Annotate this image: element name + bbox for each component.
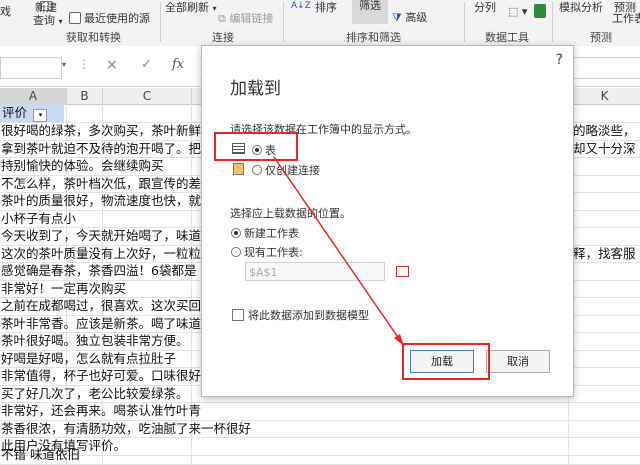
column-header-k[interactable]: K — [569, 88, 640, 105]
add-to-data-model-checkbox[interactable] — [232, 309, 244, 321]
consolidate-icon[interactable] — [534, 4, 546, 18]
close-icon[interactable]: ? — [556, 52, 563, 68]
range-picker-icon[interactable] — [396, 266, 409, 277]
cell-text: 好喝是好喝，怎么就有点拉肚子 — [1, 350, 177, 366]
name-box[interactable] — [0, 57, 62, 79]
cell-text: 很好喝的绿茶，多次购买，茶叶新鲜 — [1, 123, 202, 138]
cell-text: 感觉确是春茶，茶香四溢！6袋都是 — [1, 263, 197, 278]
group-connections: 连接 — [212, 31, 234, 44]
refresh-all-label: 全部刷新 — [165, 1, 209, 14]
ribbon: 戏 新建 查询 ▾ 最近使用的源 全部刷新 ▾ ⧉ 编辑链接 A↓Z 排序 筛选… — [0, 0, 640, 47]
split-columns-button[interactable]: 分列 — [474, 0, 496, 15]
cell-text-right: 的略淡些， — [573, 123, 636, 138]
cell-text-right: 却又十分深 — [573, 140, 636, 156]
column-header-b[interactable]: B — [67, 88, 103, 105]
table-row[interactable]: 茶香很浓，有清肠功效，吃油腻了来一杯很好 — [0, 420, 640, 438]
refresh-all-button[interactable]: 全部刷新 ▾ — [165, 0, 217, 15]
filter-button[interactable]: 筛选 — [352, 0, 388, 24]
query-dropdown[interactable]: 查询 ▾ — [33, 12, 63, 28]
cell-text: 不怎么样，茶叶档次低，跟宣传的差 — [1, 175, 202, 191]
edit-links-button: ⧉ 编辑链接 — [218, 10, 273, 26]
advanced-label: 高级 — [405, 11, 428, 24]
cancel-button[interactable]: 取消 — [486, 350, 550, 373]
table-row[interactable]: 不错 味道依旧 — [0, 446, 640, 465]
query-label: 查询 — [33, 14, 55, 27]
recent-sources-icon — [69, 12, 81, 24]
filter-dropdown-icon[interactable]: ▾ — [33, 109, 47, 122]
new-sheet-label: 新建工作表 — [244, 227, 299, 240]
cell-text: 买了好几次了，老公比较爱绿茶。 — [1, 385, 189, 401]
column-header-c[interactable]: C — [103, 88, 192, 105]
group-forecast: 预测 — [590, 31, 612, 44]
worksheet-label: 工作表 — [612, 12, 640, 25]
ribbon-separator — [283, 2, 284, 42]
cell-text: 非常值得，杯子也好可爱。口味很好 — [1, 368, 202, 383]
cell-text: 小杯子有点小 — [1, 210, 77, 226]
existing-sheet-ref-input[interactable]: $A$1 — [245, 262, 385, 281]
existing-sheet-radio[interactable] — [231, 247, 241, 257]
sort-button[interactable]: 排序 — [315, 0, 337, 15]
cell-text: 不错 味道依旧 — [1, 447, 80, 462]
chevron-down-icon: ▾ — [212, 4, 217, 13]
cancel-formula-icon[interactable]: × — [106, 57, 118, 73]
data-validation-icon[interactable]: ⬚ ▾ — [508, 5, 527, 18]
filter-label: 筛选 — [359, 0, 381, 12]
annotation-box-table-option — [214, 132, 298, 161]
table-row[interactable]: 非常好，还会再来。喝茶认准竹叶青 — [0, 402, 640, 421]
what-if-label: 模拟分析 — [559, 1, 603, 14]
funnel-icon: ⧩ — [392, 11, 402, 24]
add-to-data-model-label: 将此数据添加到数据模型 — [248, 309, 369, 322]
group-sort-filter: 排序和筛选 — [346, 31, 401, 44]
ribbon-separator — [160, 2, 161, 42]
cell-text: 非常好，还会再来。喝茶认准竹叶青 — [1, 403, 202, 418]
location-prompt: 选择应上载数据的位置。 — [230, 207, 351, 220]
cell-text: 今天收到了，今天就开始喝了，味道 — [1, 228, 202, 243]
ribbon-separator — [552, 2, 553, 42]
advanced-filter-button[interactable]: ⧩ 高级 — [392, 9, 427, 25]
dialog-title: 加载到 — [230, 79, 281, 99]
recent-sources-button[interactable]: 最近使用的源 — [84, 10, 150, 26]
name-box-dropdown-icon[interactable]: ▾ — [62, 60, 66, 69]
cell-text: 拿到茶叶就迫不及待的泡开喝了。把 — [1, 140, 202, 156]
formula-bar-grip-icon: ⋮ — [78, 57, 90, 71]
chevron-down-icon: ▾ — [58, 17, 63, 26]
existing-sheet-label: 现有工作表: — [244, 246, 303, 259]
annotation-box-load-button — [402, 343, 490, 380]
filter-header-label: 评价 — [2, 105, 28, 120]
group-get-transform: 获取和转换 — [66, 31, 121, 44]
cell-text: 茶叶的质量很好，物流速度也快，就 — [1, 193, 202, 208]
new-sheet-radio[interactable] — [231, 228, 241, 238]
cell-text: 这次的茶叶质量没有上次好，一粒粒 — [1, 245, 202, 261]
filter-header-cell[interactable]: 评价 ▾ — [0, 104, 64, 122]
load-to-dialog: 加载到 ? 请选择该数据在工作簿中的显示方式。 表 仅创建连接 选择应上载数据的… — [201, 45, 574, 397]
group-data-tools: 数据工具 — [485, 31, 529, 44]
connection-icon — [233, 163, 244, 175]
ribbon-separator — [464, 2, 465, 42]
cell-text: 茶叶非常香。应该是新茶。喝了味道 — [1, 315, 202, 331]
cell-text: 茶叶很好喝。独立包装非常方便。 — [1, 333, 189, 348]
edit-links-label: 编辑链接 — [229, 12, 274, 25]
left-partial-label: 戏 — [0, 5, 11, 18]
enter-formula-icon[interactable]: ✓ — [141, 57, 152, 72]
fx-icon[interactable]: fx — [172, 57, 184, 72]
cell-text: 持别愉快的体验。会继续购买 — [1, 158, 164, 173]
edit-links-icon: ⧉ — [218, 12, 226, 25]
cell-text: 非常好！一定再次购买 — [1, 280, 127, 296]
cell-text-right: 释，找客服 — [573, 245, 636, 261]
connection-only-radio[interactable] — [252, 165, 262, 175]
cell-text: 之前在成都喝过，很喜欢。这次买回 — [1, 298, 202, 313]
column-header-a[interactable]: A — [0, 88, 67, 105]
connection-only-label: 仅创建连接 — [265, 164, 320, 177]
sort-az-icon[interactable]: A↓Z — [291, 1, 311, 11]
cell-text: 茶香很浓，有清肠功效，吃油腻了来一杯很好 — [1, 420, 252, 436]
what-if-analysis-button[interactable]: 模拟分析 — [559, 0, 603, 15]
